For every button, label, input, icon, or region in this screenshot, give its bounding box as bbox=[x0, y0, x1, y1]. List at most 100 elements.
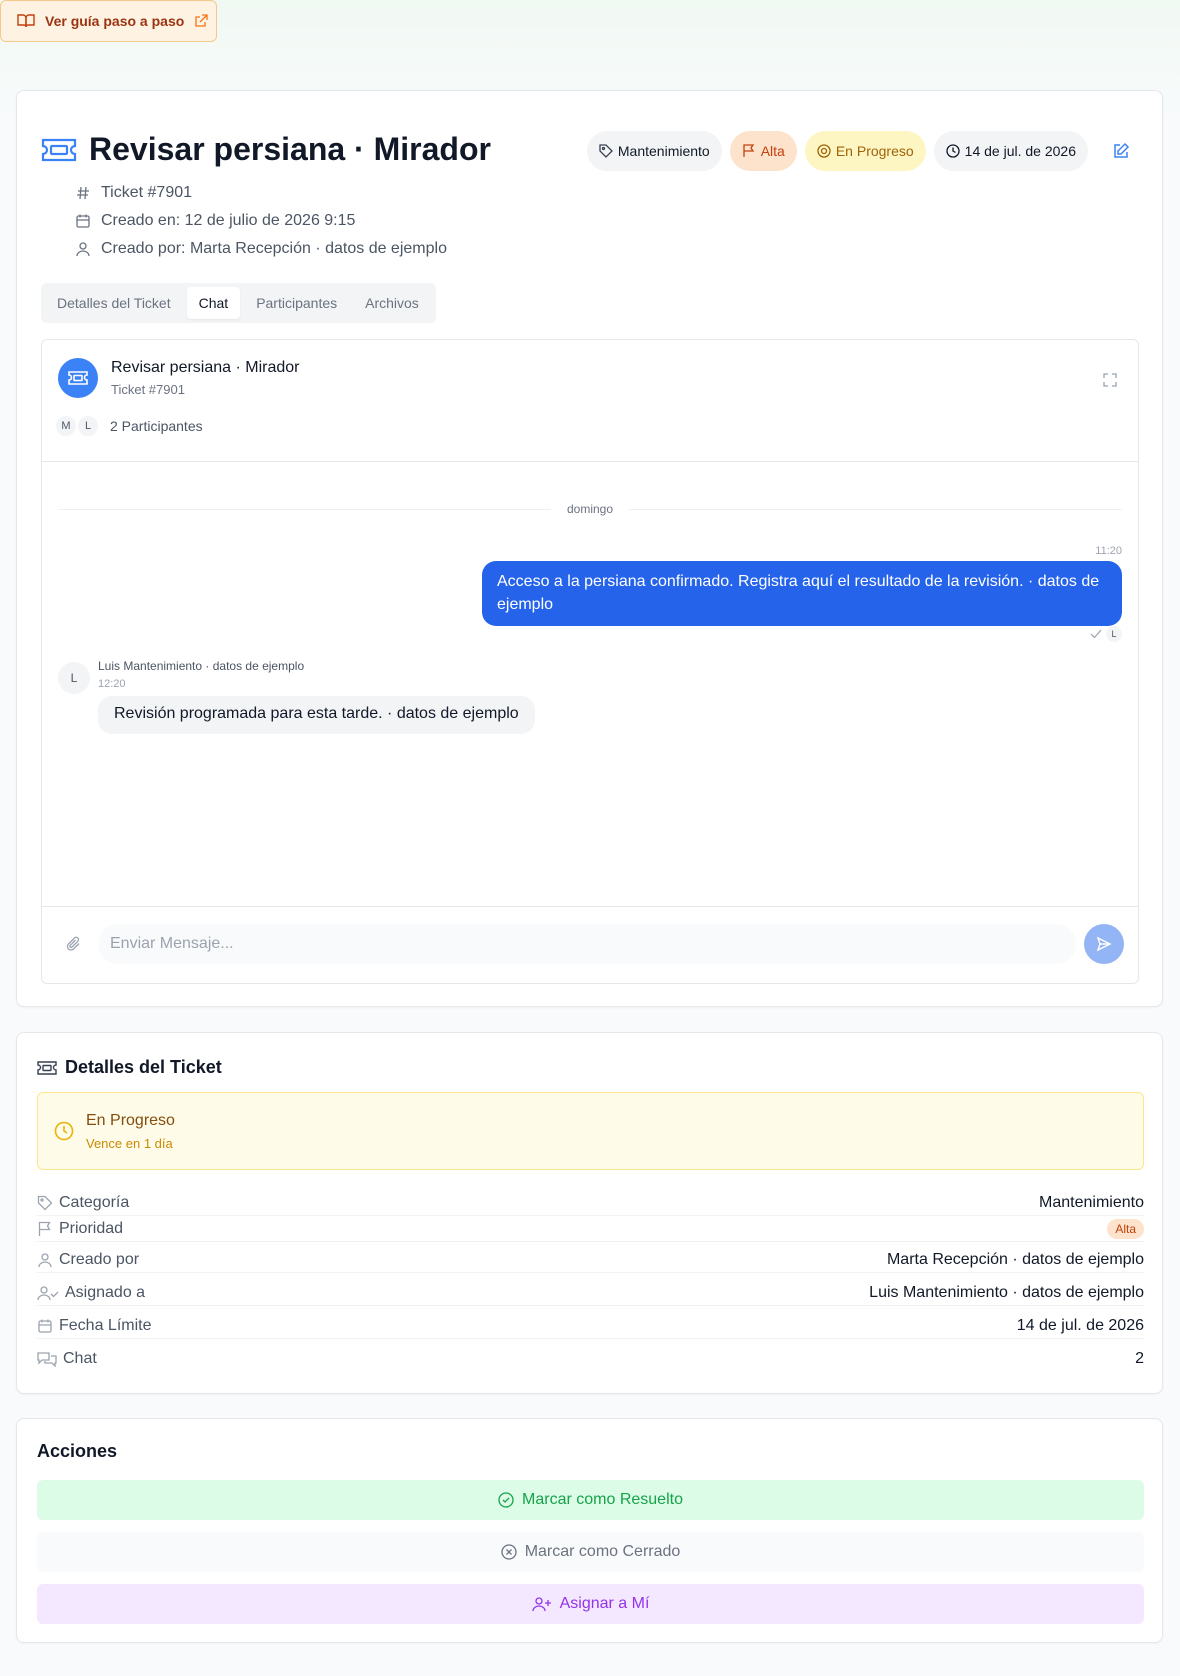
detail-row-created-by: Creado por Marta Recepción · datos de ej… bbox=[37, 1247, 1144, 1273]
send-icon bbox=[1096, 936, 1112, 952]
detail-row-priority: Prioridad Alta bbox=[37, 1216, 1144, 1242]
status-badge-label: En Progreso bbox=[835, 143, 914, 159]
tab-files[interactable]: Archivos bbox=[353, 287, 431, 319]
ticket-icon bbox=[68, 371, 88, 385]
flag-icon bbox=[37, 1221, 53, 1237]
reader-avatar: L bbox=[1106, 626, 1122, 642]
status-box: En Progreso Vence en 1 día bbox=[37, 1092, 1144, 1170]
ticket-icon bbox=[41, 137, 77, 163]
send-button[interactable] bbox=[1084, 924, 1124, 964]
flag-icon bbox=[742, 144, 756, 158]
detail-label: Chat bbox=[63, 1350, 97, 1367]
detail-row-category: Categoría Mantenimiento bbox=[37, 1190, 1144, 1216]
ticket-icon bbox=[37, 1060, 57, 1075]
ticket-card: Revisar persiana · Mirador Mantenimiento… bbox=[16, 90, 1163, 1007]
check-icon bbox=[1090, 629, 1102, 639]
participants-row[interactable]: M L 2 Participantes bbox=[54, 414, 203, 438]
resolve-button-label: Marcar como Resuelto bbox=[522, 1491, 683, 1508]
expand-icon bbox=[1102, 372, 1118, 388]
message-composer bbox=[42, 906, 1138, 983]
chat-header: Revisar persiana · Mirador Ticket #7901 … bbox=[42, 340, 1138, 462]
read-receipt: L bbox=[1090, 626, 1122, 642]
close-ticket-button[interactable]: Marcar como Cerrado bbox=[37, 1532, 1144, 1572]
actions-title: Acciones bbox=[37, 1441, 118, 1461]
check-circle-icon bbox=[498, 1492, 514, 1508]
status-badge: En Progreso bbox=[804, 131, 926, 171]
chat-avatar bbox=[58, 358, 98, 398]
guide-button[interactable]: Ver guía paso a paso bbox=[0, 0, 217, 42]
due-date-label: 14 de jul. de 2026 bbox=[964, 143, 1076, 159]
incoming-message: Revisión programada para esta tarde. · d… bbox=[98, 696, 535, 734]
message-input[interactable] bbox=[98, 924, 1076, 964]
status-subtitle: Vence en 1 día bbox=[86, 1136, 173, 1151]
detail-label: Asignado a bbox=[65, 1283, 146, 1301]
edit-icon bbox=[1112, 142, 1130, 160]
detail-label: Categoría bbox=[59, 1193, 130, 1211]
category-badge-label: Mantenimiento bbox=[617, 143, 710, 159]
calendar-icon bbox=[37, 1318, 53, 1334]
hash-icon bbox=[75, 185, 91, 201]
tab-chat[interactable]: Chat bbox=[186, 287, 241, 319]
message-time: 11:20 bbox=[1095, 545, 1122, 557]
clock-icon bbox=[54, 1121, 74, 1141]
participants-label: 2 Participantes bbox=[110, 418, 203, 434]
attach-button[interactable] bbox=[66, 936, 82, 952]
detail-value: 2 bbox=[1135, 1350, 1144, 1367]
ticket-badges: Mantenimiento Alta En Progreso 14 de jul… bbox=[586, 131, 1138, 171]
outgoing-message: Acceso a la persiana confirmado. Registr… bbox=[482, 561, 1122, 626]
ticket-tabs: Detalles del Ticket Chat Participantes A… bbox=[41, 283, 436, 323]
chat-subtitle: Ticket #7901 bbox=[111, 382, 185, 397]
details-title: Detalles del Ticket bbox=[37, 1057, 222, 1078]
actions-card: Acciones Marcar como Resuelto Marcar com… bbox=[16, 1418, 1163, 1643]
assign-button-label: Asignar a Mí bbox=[559, 1595, 650, 1612]
x-circle-icon bbox=[501, 1544, 517, 1560]
tag-icon bbox=[37, 1195, 53, 1211]
expand-button[interactable] bbox=[1102, 372, 1118, 388]
edit-button[interactable] bbox=[1104, 134, 1138, 168]
external-link-icon bbox=[194, 14, 208, 28]
status-circle-icon bbox=[817, 144, 831, 158]
priority-badge-label: Alta bbox=[760, 143, 785, 159]
details-card: Detalles del Ticket En Progreso Vence en… bbox=[16, 1032, 1163, 1394]
created-at-row: Creado en: 12 de julio de 2026 9:15 bbox=[75, 207, 447, 235]
tag-icon bbox=[599, 144, 613, 158]
day-label: domingo bbox=[566, 502, 614, 516]
priority-pill: Alta bbox=[1107, 1218, 1144, 1239]
chat-title: Revisar persiana · Mirador bbox=[111, 359, 300, 376]
ticket-number-row: Ticket #7901 bbox=[75, 179, 447, 207]
category-badge: Mantenimiento bbox=[586, 131, 722, 171]
participant-avatar: M bbox=[54, 414, 78, 438]
created-by-row: Creado por: Marta Recepción · datos de e… bbox=[75, 235, 447, 263]
user-plus-icon bbox=[531, 1596, 552, 1612]
clock-icon bbox=[946, 144, 960, 158]
day-separator: domingo bbox=[58, 501, 1122, 517]
guide-label: Ver guía paso a paso bbox=[45, 13, 185, 29]
detail-row-assigned: Asignado a Luis Mantenimiento · datos de… bbox=[37, 1280, 1144, 1306]
user-check-icon bbox=[37, 1285, 59, 1301]
ticket-meta: Ticket #7901 Creado en: 12 de julio de 2… bbox=[75, 179, 447, 263]
tab-participants[interactable]: Participantes bbox=[244, 287, 349, 319]
ticket-number: Ticket #7901 bbox=[101, 184, 193, 201]
user-icon bbox=[75, 241, 91, 257]
separator-line bbox=[58, 508, 551, 510]
sender-name: Luis Mantenimiento · datos de ejemplo bbox=[98, 659, 305, 673]
detail-row-due-date: Fecha Límite 14 de jul. de 2026 bbox=[37, 1313, 1144, 1339]
details-title-label: Detalles del Ticket bbox=[65, 1057, 222, 1077]
created-at: Creado en: 12 de julio de 2026 9:15 bbox=[101, 212, 356, 229]
book-icon bbox=[17, 13, 35, 29]
message-time: 12:20 bbox=[98, 678, 126, 690]
separator-line bbox=[629, 508, 1122, 510]
participant-avatar: L bbox=[76, 414, 100, 438]
detail-label: Fecha Límite bbox=[59, 1316, 152, 1334]
tab-details[interactable]: Detalles del Ticket bbox=[45, 287, 183, 319]
detail-label: Creado por bbox=[59, 1250, 140, 1268]
detail-value: 14 de jul. de 2026 bbox=[1016, 1316, 1144, 1334]
resolve-button[interactable]: Marcar como Resuelto bbox=[37, 1480, 1144, 1520]
due-date-badge: 14 de jul. de 2026 bbox=[933, 131, 1088, 171]
assign-to-me-button[interactable]: Asignar a Mí bbox=[37, 1584, 1144, 1624]
detail-value: Marta Recepción · datos de ejemplo bbox=[886, 1250, 1144, 1268]
ticket-header: Revisar persiana · Mirador bbox=[41, 131, 491, 168]
created-by: Creado por: Marta Recepción · datos de e… bbox=[101, 240, 447, 257]
chat-bubbles-icon bbox=[37, 1351, 57, 1367]
paperclip-icon bbox=[66, 936, 82, 952]
